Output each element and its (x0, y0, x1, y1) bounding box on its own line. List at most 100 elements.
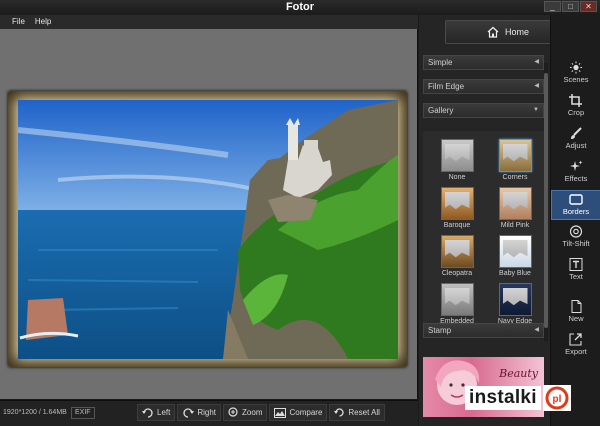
border-thumb-baroque[interactable]: Baroque (437, 187, 477, 232)
tool-label: Export (565, 347, 587, 356)
rotate-left-button[interactable]: Left (137, 404, 176, 421)
home-label: Home (504, 27, 529, 37)
section-gallery[interactable]: Gallery ▼ (423, 103, 544, 118)
image-dimensions: 1920*1200 / 1.64MB (3, 409, 67, 416)
status-bar: 1920*1200 / 1.64MB EXIF Left Right Zoom … (0, 400, 418, 426)
brush-icon (571, 127, 582, 139)
rotate-right-button[interactable]: Right (177, 404, 222, 421)
rotate-right-label: Right (197, 408, 217, 417)
title-bar: Fotor _ □ ✕ (0, 0, 600, 15)
scrollbar-thumb[interactable] (544, 73, 548, 328)
zoom-icon (228, 407, 238, 417)
thumb-image (440, 235, 474, 268)
section-stamp[interactable]: Stamp ◀ (423, 323, 544, 338)
thumb-label: None (448, 174, 466, 181)
watermark-logo: pl (542, 385, 571, 411)
new-file-icon (571, 300, 582, 313)
tool-crop[interactable]: Crop (551, 92, 600, 122)
rotate-left-label: Left (157, 408, 171, 417)
menu-file[interactable]: File (8, 15, 29, 29)
frame-icon (569, 194, 583, 205)
sun-icon (570, 61, 582, 74)
app-title: Fotor (285, 1, 315, 13)
section-simple-label: Simple (428, 58, 453, 67)
exif-button[interactable]: EXIF (71, 407, 95, 419)
reset-icon (334, 408, 345, 417)
border-thumb-mild-pink[interactable]: Mild Pink (495, 187, 535, 232)
rotate-right-icon (183, 408, 195, 418)
ad-text: Beauty (499, 367, 538, 380)
tool-label: Borders (562, 207, 590, 216)
thumb-image (498, 235, 532, 268)
tool-label: Adjust (565, 141, 587, 150)
export-icon (569, 333, 582, 346)
tool-adjust[interactable]: Adjust (551, 125, 600, 155)
thumb-label: Baroque (443, 222, 471, 229)
thumb-label: Mild Pink (500, 222, 530, 229)
watermark-logo-text: pl (552, 394, 561, 405)
tool-scenes[interactable]: Scenes (551, 59, 600, 89)
border-thumb-cleopatra[interactable]: Cleopatra (437, 235, 477, 280)
reset-all-button[interactable]: Reset All (329, 404, 385, 421)
maximize-button[interactable]: □ (562, 1, 579, 12)
photo-image (18, 100, 398, 359)
border-thumb-none[interactable]: None (437, 139, 477, 184)
text-icon (569, 258, 583, 271)
menu-help[interactable]: Help (31, 15, 55, 29)
border-thumb-baby-blue[interactable]: Baby Blue (495, 235, 535, 280)
compare-label: Compare (289, 408, 323, 417)
borders-panel: Home Simple ◀ Film Edge ◀ Gallery ▼ None… (419, 15, 571, 426)
chevron-down-icon: ▼ (533, 107, 539, 113)
tool-label: Text (569, 272, 583, 281)
compare-button[interactable]: Compare (269, 404, 328, 421)
section-film-edge[interactable]: Film Edge ◀ (423, 79, 544, 94)
border-thumb-corners[interactable]: Corners (495, 139, 535, 184)
thumb-label: Corners (502, 174, 528, 181)
thumb-image (498, 283, 532, 316)
tool-label: Crop (567, 108, 585, 117)
gallery-grid: None Corners Baroque Mild Pink Cleopatra… (423, 131, 544, 334)
zoom-label: Zoom (242, 408, 263, 417)
window-controls: _ □ ✕ (544, 1, 597, 12)
menu-bar: File Help (0, 15, 418, 29)
watermark-text: instalki (465, 386, 541, 410)
chevron-right-icon: ◀ (534, 83, 539, 89)
thumb-image (498, 139, 532, 172)
tool-text[interactable]: Text (551, 256, 600, 286)
tool-effects[interactable]: Effects (551, 158, 600, 188)
thumb-label: Cleopatra (441, 270, 473, 277)
tool-label: Scenes (563, 75, 589, 84)
home-icon (487, 26, 499, 38)
thumb-image (440, 187, 474, 220)
chevron-right-icon: ◀ (534, 327, 539, 333)
border-thumb-navy-edge[interactable]: Navy Edge (495, 283, 535, 328)
tool-rail: Scenes Crop Adjust Effects Borders Tilt-… (550, 15, 600, 426)
minimize-button[interactable]: _ (544, 1, 561, 12)
tool-borders[interactable]: Borders (551, 190, 600, 220)
chevron-right-icon: ◀ (534, 59, 539, 65)
target-icon (569, 225, 583, 238)
section-film-edge-label: Film Edge (428, 82, 465, 91)
photo-canvas[interactable] (0, 29, 418, 399)
tool-new[interactable]: New (551, 298, 600, 328)
bottom-toolbar: Left Right Zoom Compare Reset All (137, 404, 385, 421)
tool-label: Tilt-Shift (562, 239, 590, 248)
thumb-image (440, 283, 474, 316)
thumb-image (498, 187, 532, 220)
close-button[interactable]: ✕ (580, 1, 597, 12)
crop-icon (569, 94, 582, 107)
watermark: instalki pl (465, 384, 571, 412)
panel-scrollbar[interactable] (544, 63, 548, 341)
tool-tilt-shift[interactable]: Tilt-Shift (551, 223, 600, 253)
rotate-left-icon (142, 408, 153, 418)
section-simple[interactable]: Simple ◀ (423, 55, 544, 70)
compare-icon (274, 407, 287, 418)
tool-label: New (568, 314, 584, 323)
photo-border-frame (8, 91, 407, 367)
sparkle-icon (570, 160, 583, 171)
tool-export[interactable]: Export (551, 331, 600, 361)
thumb-label: Baby Blue (499, 270, 531, 277)
tool-label: Effects (564, 174, 588, 183)
border-thumb-embedded[interactable]: Embedded (437, 283, 477, 328)
zoom-button[interactable]: Zoom (223, 404, 268, 421)
